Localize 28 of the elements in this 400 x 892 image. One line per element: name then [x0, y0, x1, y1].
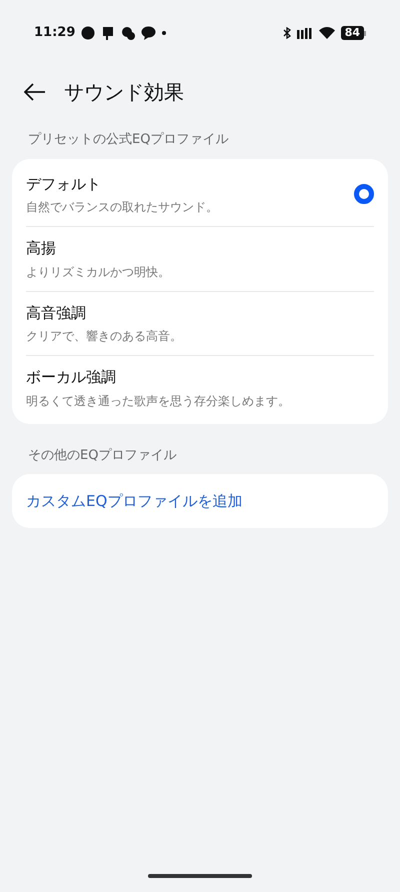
option-description: 自然でバランスの取れたサウンド。: [26, 199, 218, 216]
page-title: サウンド効果: [64, 79, 184, 106]
chat-bubble-icon: [141, 26, 156, 40]
option-description: 明るくて透き通った歌声を思う存分楽しめます。: [26, 392, 290, 410]
option-title: ボーカル強調: [26, 367, 117, 388]
section-label: プリセットの公式EQプロファイル: [27, 131, 230, 149]
section-label: その他のEQプロファイル: [27, 446, 178, 464]
profile-option[interactable]: 高揚 よりリズミカルかつ明快。: [26, 227, 374, 292]
wifi-icon: [318, 27, 335, 39]
battery-icon: 84: [340, 26, 366, 40]
option-title: 高揚: [26, 238, 57, 259]
notification-icon: [81, 26, 96, 40]
signal-icon: [296, 28, 313, 38]
bluetooth-icon: [282, 27, 291, 39]
notification-icon: [121, 26, 136, 40]
back-arrow-icon[interactable]: [24, 83, 46, 101]
profile-option[interactable]: ボーカル強調 明るくて透き通った歌声を思う存分楽しめます。: [26, 356, 374, 420]
dot-icon: [162, 31, 166, 35]
clock: 11:29: [34, 24, 76, 42]
profile-option[interactable]: 高音強調 クリアで、響きのある高音。: [26, 292, 374, 356]
profile-option[interactable]: デフォルト 自然でバランスの取れたサウンド。: [26, 162, 374, 227]
option-title: 高音強調: [26, 302, 87, 324]
add-custom-eq-link[interactable]: カスタムEQプロファイルを追加: [26, 490, 242, 512]
notification-icon: [101, 26, 116, 40]
radio-button[interactable]: [354, 184, 374, 204]
option-title: デフォルト: [26, 174, 102, 194]
option-description: クリアで、響きのある高音。: [26, 328, 182, 345]
option-description: よりリズミカルかつ明快。: [26, 264, 170, 280]
